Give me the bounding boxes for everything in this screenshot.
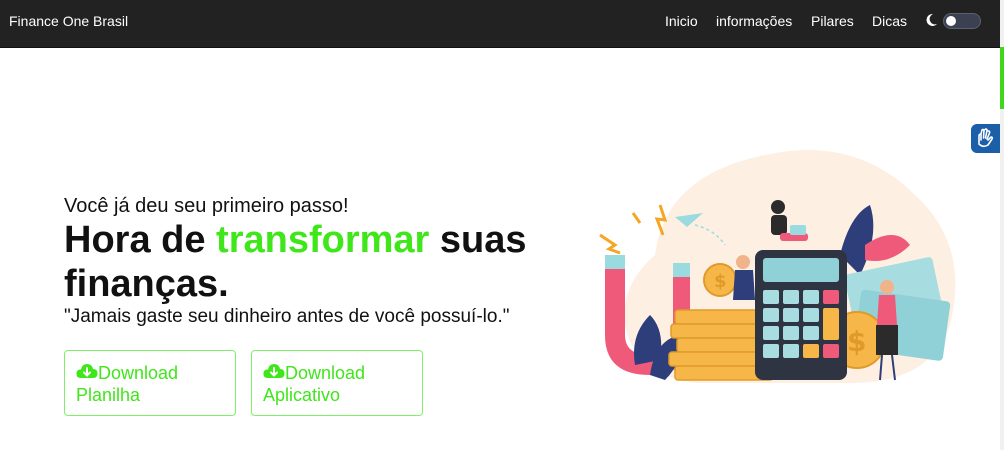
finance-illustration: $ $ — [599, 150, 956, 384]
cloud-download-icon — [76, 364, 98, 378]
button-label-line1: Download — [98, 363, 179, 383]
brand-logo-text[interactable]: Finance One Brasil — [9, 13, 128, 29]
accessibility-widget-button[interactable] — [971, 124, 1000, 153]
scrollbar-thumb[interactable] — [1000, 47, 1004, 109]
hero-quote: "Jamais gaste seu dinheiro antes de você… — [64, 306, 510, 327]
headline-text-start: Hora de — [64, 219, 217, 261]
headline-accent-word: transformar — [216, 219, 430, 261]
hero-headline: Hora de transformar suas finanças. — [64, 218, 564, 306]
hero-subtitle: Você já deu seu primeiro passo! — [64, 195, 349, 217]
button-label-line2: Aplicativo — [263, 385, 341, 405]
download-aplicativo-button[interactable]: Download Aplicativo — [251, 350, 423, 416]
svg-text:$: $ — [714, 271, 727, 292]
button-label-line1: Download — [285, 363, 366, 383]
download-planilha-button[interactable]: Download Planilha — [64, 350, 236, 416]
nav-item-pilares[interactable]: Pilares — [811, 13, 854, 29]
nav-item-informacoes[interactable]: informações — [716, 13, 792, 29]
nav-item-dicas[interactable]: Dicas — [872, 13, 907, 29]
page-scrollbar[interactable] — [1000, 0, 1004, 450]
toggle-knob — [946, 16, 956, 26]
moon-icon — [926, 13, 937, 26]
navbar: Finance One Brasil Inicio informações Pi… — [0, 0, 1000, 48]
sign-language-icon — [978, 128, 994, 148]
svg-text:$: $ — [847, 325, 866, 358]
nav-item-inicio[interactable]: Inicio — [665, 13, 698, 29]
button-label-line2: Planilha — [76, 385, 141, 405]
cloud-download-icon — [263, 364, 285, 378]
theme-toggle[interactable] — [943, 13, 981, 29]
